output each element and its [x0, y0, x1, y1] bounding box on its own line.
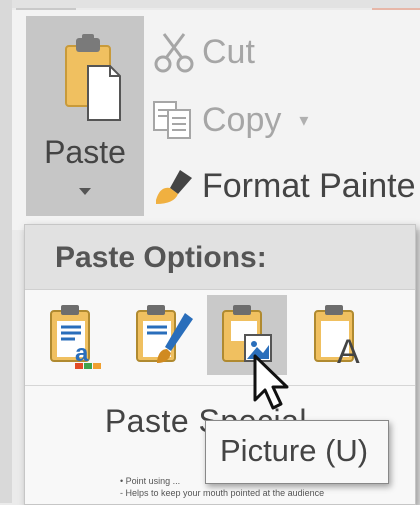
format-painter-button[interactable]: Format Painte — [150, 158, 416, 214]
slide-bullet-2: - Helps to keep your mouth pointed at th… — [120, 488, 325, 498]
use-destination-theme-icon: a — [50, 305, 101, 369]
paste-option-use-destination-theme[interactable]: a — [39, 295, 119, 375]
paintbrush-icon — [150, 164, 202, 208]
window-left-edge — [0, 0, 12, 503]
picture-tooltip: Picture (U) — [205, 420, 389, 484]
copy-label: Copy — [202, 100, 282, 139]
clipboard-icon — [62, 34, 122, 131]
mouse-pointer-icon — [253, 354, 293, 417]
paste-option-keep-text-only[interactable]: A — [303, 295, 383, 375]
keep-text-only-icon: A — [314, 305, 360, 371]
svg-text:a: a — [75, 340, 89, 367]
copy-icon — [150, 98, 202, 142]
format-painter-label: Format Painte — [202, 166, 416, 205]
cut-label: Cut — [202, 32, 255, 71]
window-top-edge — [0, 0, 420, 8]
paste-option-keep-source-formatting[interactable] — [125, 295, 205, 375]
paste-options-title: Paste Options: — [55, 241, 267, 274]
paste-dropdown-arrow-icon[interactable] — [79, 188, 91, 195]
svg-text:A: A — [337, 333, 360, 371]
copy-dropdown-icon[interactable]: ▾ — [299, 110, 308, 131]
menu-separator — [25, 385, 415, 386]
scissors-icon — [150, 30, 202, 74]
tooltip-text: Picture (U) — [220, 433, 369, 468]
paste-button[interactable]: Paste — [26, 16, 144, 216]
paste-label: Paste — [44, 134, 126, 170]
keep-source-formatting-icon — [136, 305, 193, 363]
copy-button[interactable]: Copy ▾ — [150, 92, 308, 148]
cut-button[interactable]: Cut — [150, 24, 255, 80]
paste-options-header: Paste Options: — [25, 225, 415, 290]
